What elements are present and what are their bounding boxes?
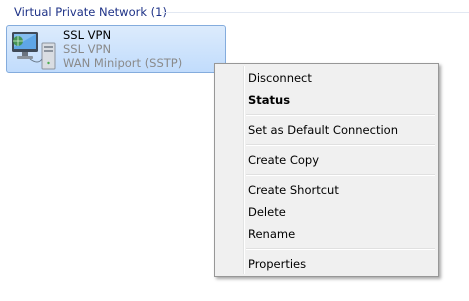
menu-item-set-default-connection[interactable]: Set as Default Connection — [246, 119, 436, 141]
menu-item-rename[interactable]: Rename — [246, 223, 436, 245]
menu-separator — [246, 174, 435, 176]
group-header: Virtual Private Network (1) — [14, 5, 167, 19]
menu-separator — [246, 248, 435, 250]
menu-item-status[interactable]: Status — [246, 89, 436, 111]
menu-item-delete[interactable]: Delete — [246, 201, 436, 223]
menu-item-properties[interactable]: Properties — [246, 253, 436, 275]
connection-details: SSL VPN SSL VPN WAN Miniport (SSTP) — [63, 28, 182, 70]
menu-separator — [246, 144, 435, 146]
menu-item-create-shortcut[interactable]: Create Shortcut — [246, 179, 436, 201]
context-menu: Disconnect Status Set as Default Connect… — [214, 63, 439, 277]
connection-name: SSL VPN — [63, 28, 112, 42]
menu-separator — [246, 114, 435, 116]
connection-device: WAN Miniport (SSTP) — [63, 56, 183, 70]
connection-status: SSL VPN — [63, 42, 112, 56]
menu-item-disconnect[interactable]: Disconnect — [246, 67, 436, 89]
menu-item-create-copy[interactable]: Create Copy — [246, 149, 436, 171]
connection-item-ssl-vpn[interactable]: SSL VPN SSL VPN WAN Miniport (SSTP) — [6, 25, 226, 73]
group-divider — [162, 12, 469, 13]
network-computer-icon — [12, 32, 56, 70]
